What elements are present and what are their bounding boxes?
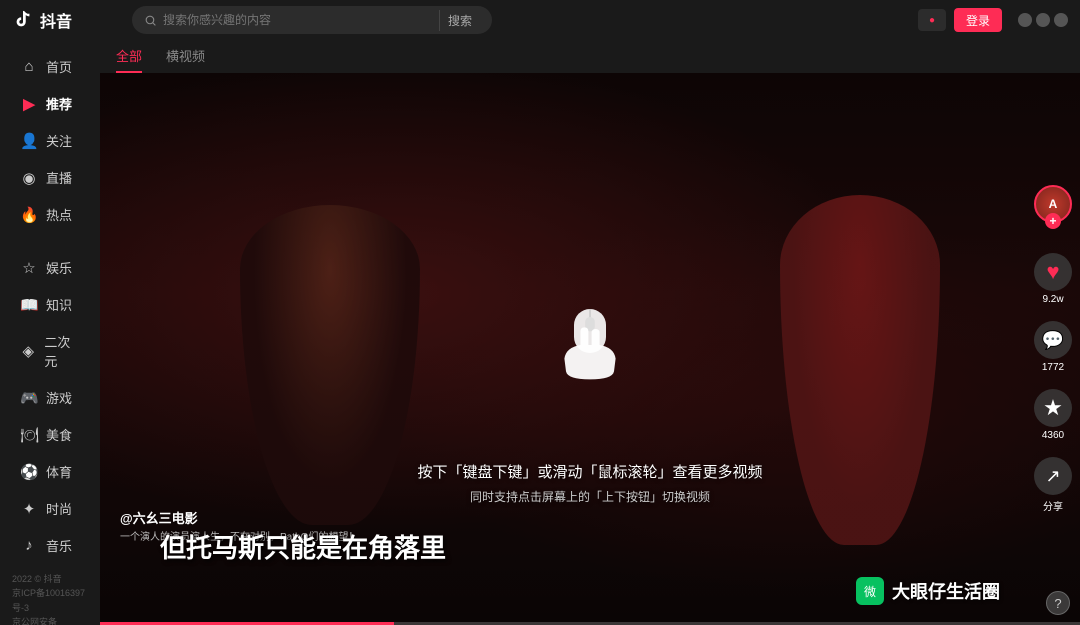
scroll-cursor-icon	[550, 301, 630, 381]
entertainment-icon: ☆	[20, 259, 38, 277]
tab-all[interactable]: 全部	[116, 46, 142, 73]
douyin-logo-icon	[12, 9, 34, 31]
hot-icon: 🔥	[20, 206, 38, 224]
sports-icon: ⚽	[20, 463, 38, 481]
tabs-bar: 全部 横视频	[100, 40, 1080, 73]
sidebar-item-home[interactable]: ⌂ 首页	[4, 49, 96, 84]
star-action[interactable]: ★ 4360	[1034, 389, 1072, 441]
sidebar: ⌂ 首页 ▶ 推荐 👤 关注 ◉ 直播 🔥 热点 ☆ 娱乐 📖 知识 ◈	[0, 40, 100, 625]
comment-action[interactable]: 💬 1772	[1034, 321, 1072, 373]
tab-horizontal[interactable]: 横视频	[166, 46, 205, 73]
video-username: @六幺三电影	[120, 508, 358, 527]
sidebar-footer: 2022 © 抖音 京ICP备10016397号-3 京公网安备 1100000…	[0, 564, 100, 625]
sidebar-item-food[interactable]: 🍽 美食	[4, 417, 96, 452]
like-icon: ♥	[1034, 253, 1072, 291]
sidebar-item-hot[interactable]: 🔥 热点	[4, 197, 96, 232]
share-action[interactable]: ↗ 分享	[1034, 457, 1072, 513]
sidebar-item-fashion[interactable]: ✦ 时尚	[4, 491, 96, 526]
instruction-sub-text: 同时支持点击屏幕上的「上下按钮」切换视频	[100, 488, 1080, 505]
live-icon: ◉	[20, 169, 38, 187]
star-icon: ★	[1034, 389, 1072, 427]
help-button[interactable]: ?	[1046, 591, 1070, 615]
title-bar: 抖音 搜索 ● 登录	[0, 0, 1080, 40]
search-button[interactable]: 搜索	[439, 10, 480, 31]
sidebar-item-entertainment[interactable]: ☆ 娱乐	[4, 250, 96, 285]
instruction-overlay: 按下「键盘下键」或滑动「鼠标滚轮」查看更多视频 同时支持点击屏幕上的「上下按钮」…	[100, 461, 1080, 505]
share-label: 分享	[1043, 498, 1063, 513]
app-logo-text: 抖音	[40, 8, 72, 32]
acg-icon: ◈	[20, 342, 36, 360]
close-button[interactable]	[1054, 13, 1068, 27]
share-icon: ↗	[1034, 457, 1072, 495]
recommend-icon: ▶	[20, 95, 38, 113]
window-controls	[1018, 13, 1068, 27]
title-bar-right: ● 登录	[918, 8, 1068, 32]
maximize-button[interactable]	[1036, 13, 1050, 27]
comment-count: 1772	[1042, 362, 1064, 373]
fashion-icon: ✦	[20, 500, 38, 518]
sidebar-item-live[interactable]: ◉ 直播	[4, 160, 96, 195]
knowledge-icon: 📖	[20, 296, 38, 314]
creator-avatar-item[interactable]: A +	[1034, 185, 1072, 223]
content-area: 全部 横视频 按下「键盘下键」或滑动「鼠标	[100, 40, 1080, 625]
home-icon: ⌂	[20, 58, 38, 75]
sidebar-item-acg[interactable]: ◈ 二次元	[4, 324, 96, 378]
sidebar-item-game[interactable]: 🎮 游戏	[4, 380, 96, 415]
main-layout: ⌂ 首页 ▶ 推荐 👤 关注 ◉ 直播 🔥 热点 ☆ 娱乐 📖 知识 ◈	[0, 40, 1080, 625]
like-action[interactable]: ♥ 9.2w	[1034, 253, 1072, 305]
star-count: 4360	[1042, 430, 1064, 441]
like-count: 9.2w	[1042, 294, 1063, 305]
food-icon: 🍽	[20, 426, 38, 444]
sidebar-item-music[interactable]: ♪ 音乐	[4, 528, 96, 563]
instruction-main-text: 按下「键盘下键」或滑动「鼠标滚轮」查看更多视频	[100, 461, 1080, 482]
sidebar-item-recommend[interactable]: ▶ 推荐	[4, 86, 96, 121]
watermark-text: 大眼仔生活圈	[892, 578, 1000, 604]
watermark: 微 大眼仔生活圈	[856, 577, 1000, 605]
subtitle-bar: 但托马斯只能是在角落里	[100, 528, 1020, 565]
video-area[interactable]: 按下「键盘下键」或滑动「鼠标滚轮」查看更多视频 同时支持点击屏幕上的「上下按钮」…	[100, 73, 1080, 625]
game-icon: 🎮	[20, 389, 38, 407]
comment-icon: 💬	[1034, 321, 1072, 359]
search-bar[interactable]: 搜索	[132, 6, 492, 34]
sidebar-item-knowledge[interactable]: 📖 知识	[4, 287, 96, 322]
minimize-button[interactable]	[1018, 13, 1032, 27]
follow-plus-icon: +	[1045, 213, 1061, 229]
subtitle-text: 但托马斯只能是在角落里	[160, 528, 860, 565]
cursor-overlay	[550, 301, 630, 381]
follow-icon: 👤	[20, 132, 38, 150]
record-button[interactable]: ●	[918, 9, 946, 31]
right-actions: A + ♥ 9.2w 💬 1772 ★ 4360 ↗	[1034, 185, 1072, 513]
login-button[interactable]: 登录	[954, 8, 1002, 32]
search-icon	[144, 14, 157, 27]
search-input[interactable]	[163, 13, 433, 27]
sidebar-item-sports[interactable]: ⚽ 体育	[4, 454, 96, 489]
logo-area: 抖音	[12, 8, 112, 32]
sidebar-item-follow[interactable]: 👤 关注	[4, 123, 96, 158]
creator-avatar: A +	[1034, 185, 1072, 223]
music-icon: ♪	[20, 537, 38, 554]
wechat-icon: 微	[856, 577, 884, 605]
